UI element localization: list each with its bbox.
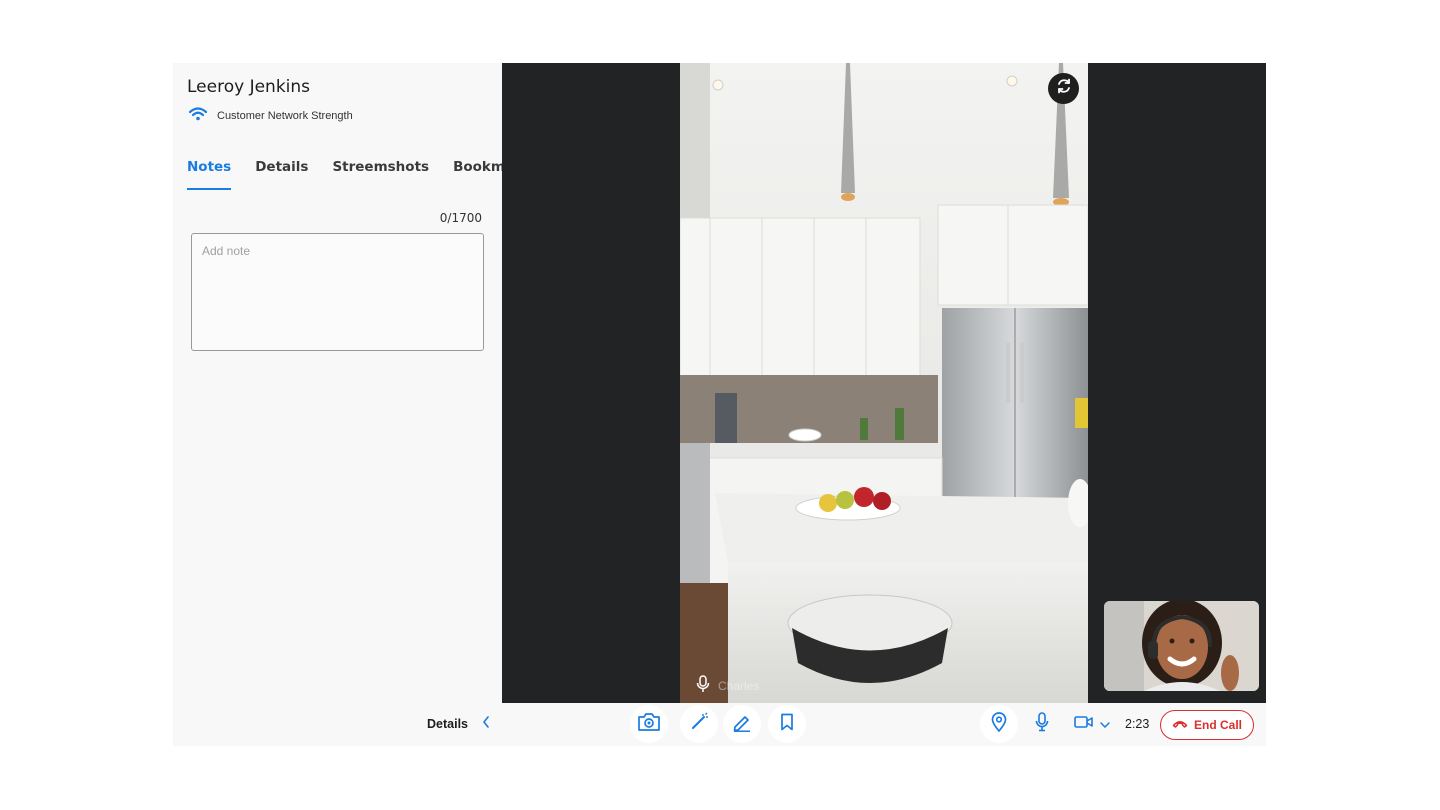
- pen-icon: [732, 712, 752, 737]
- mute-button[interactable]: [1023, 705, 1061, 743]
- hang-up-icon: [1172, 718, 1188, 732]
- remote-video-feed: [680, 63, 1088, 703]
- call-timer: 2:23: [1125, 717, 1150, 731]
- tab-notes[interactable]: Notes: [187, 159, 232, 190]
- details-toggle-button[interactable]: Details: [427, 716, 490, 731]
- kitchen-image: [680, 63, 1088, 703]
- chevron-down-icon: [1100, 715, 1110, 733]
- self-view-video: [1104, 601, 1259, 691]
- switch-camera-button[interactable]: [1048, 73, 1079, 104]
- details-toggle-label: Details: [427, 716, 468, 731]
- participant-overlay: Charles: [696, 675, 759, 696]
- laser-pointer-button[interactable]: [680, 705, 718, 743]
- network-strength: Customer Network Strength: [188, 107, 353, 124]
- agent-portrait-image: [1104, 601, 1259, 691]
- side-panel: Leeroy Jenkins Customer Network Strength…: [173, 63, 538, 703]
- participant-name: Charles: [718, 678, 760, 693]
- network-strength-label: Customer Network Strength: [217, 109, 353, 122]
- streemshot-button[interactable]: [630, 705, 668, 743]
- chevron-left-icon: [482, 716, 490, 731]
- call-workspace: Leeroy Jenkins Customer Network Strength…: [173, 63, 1266, 746]
- note-input[interactable]: [191, 233, 484, 351]
- video-stage: Charles: [502, 63, 1266, 703]
- end-call-label: End Call: [1193, 718, 1242, 732]
- tab-details[interactable]: Details: [255, 159, 308, 190]
- camera-icon: [637, 712, 661, 737]
- laser-pointer-icon: [689, 712, 709, 737]
- camera-switch-icon: [1055, 77, 1073, 100]
- end-call-button[interactable]: End Call: [1160, 710, 1254, 740]
- video-camera-icon: [1074, 715, 1094, 734]
- note-character-counter: 0/1700: [439, 211, 482, 225]
- bookmark-icon: [780, 713, 794, 736]
- bookmark-button[interactable]: [768, 705, 806, 743]
- location-pin-icon: [991, 711, 1007, 737]
- customer-name: Leeroy Jenkins: [187, 77, 311, 97]
- tab-streemshots[interactable]: Streemshots: [332, 159, 429, 190]
- draw-button[interactable]: [723, 705, 761, 743]
- wifi-icon: [188, 107, 208, 124]
- microphone-icon: [696, 675, 710, 696]
- location-button[interactable]: [980, 705, 1018, 743]
- camera-options-button[interactable]: [1069, 705, 1115, 743]
- panel-tabs: Notes Details Streemshots Bookmarks: [187, 159, 538, 190]
- microphone-icon: [1035, 711, 1049, 737]
- call-toolbar: Details 2:23 End Call: [173, 703, 1266, 746]
